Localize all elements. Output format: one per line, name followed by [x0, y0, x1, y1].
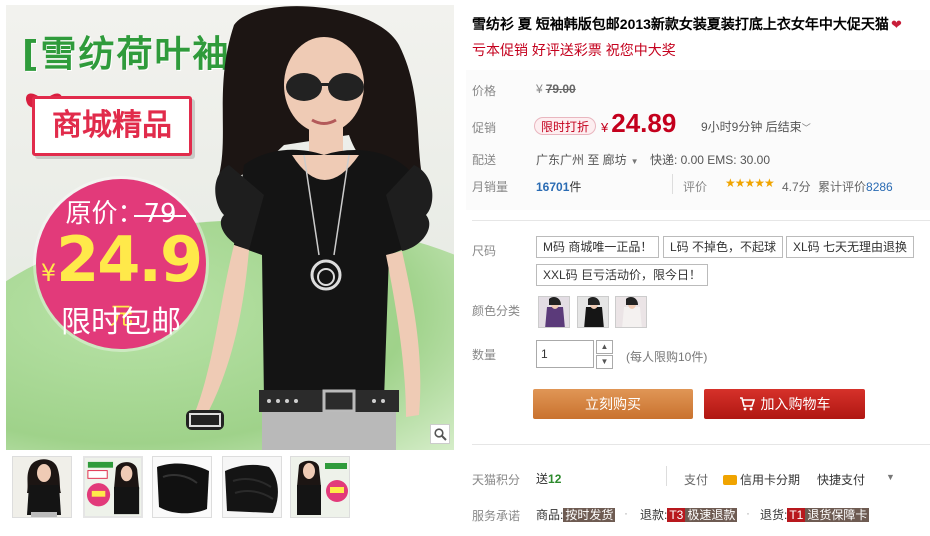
thumbnail-4[interactable]: [222, 456, 282, 518]
magnifier-icon: [433, 427, 447, 441]
thumbnail-1[interactable]: [12, 456, 72, 518]
service-return[interactable]: 退货: T1 退货保障卡: [760, 506, 870, 523]
monthly-sales: 16701件: [536, 180, 582, 194]
promo-label: 促销: [472, 121, 497, 135]
quantity-label: 数量: [472, 348, 497, 362]
section-divider: [472, 220, 930, 221]
quantity-increase-button[interactable]: ▲: [596, 340, 613, 354]
credit-installment[interactable]: 信用卡分期: [723, 471, 800, 488]
product-title: 雪纺衫 夏 短袖韩版包邮2013新款女装夏装打底上衣女年中大促天猫 ❤: [472, 16, 902, 32]
separator-dot: ·: [746, 506, 750, 520]
color-option-1[interactable]: [538, 296, 570, 328]
quantity-decrease-button[interactable]: ▼: [596, 355, 613, 369]
price-label: 价格: [472, 84, 497, 98]
color-label: 颜色分类: [472, 304, 521, 318]
rating-score: 4.7分: [782, 180, 811, 194]
points-value: 送12: [536, 472, 562, 486]
service-refund[interactable]: 退款: T3 极速退款: [640, 506, 738, 523]
chevron-down-icon: ﹀: [801, 123, 811, 133]
section-divider: [472, 444, 930, 445]
color-option-2[interactable]: [577, 296, 609, 328]
mall-quality-badge: 商城精品: [32, 96, 192, 156]
review-count[interactable]: 累计评价8286: [818, 178, 893, 195]
original-price: ¥79.00: [536, 82, 576, 96]
quantity-input[interactable]: [536, 340, 594, 368]
product-subtitle: 亏本促销 好评送彩票 祝您中大奖: [472, 42, 676, 58]
service-goods[interactable]: 商品: 按时发货: [536, 506, 616, 523]
payment-label: 支付: [684, 473, 709, 487]
thumbnail-strip: [6, 456, 454, 526]
size-label: 尺码: [472, 244, 497, 258]
monthly-sales-label: 月销量: [472, 180, 509, 194]
rating-stars-icon: ★★★★★: [725, 176, 775, 190]
dropdown-caret-icon[interactable]: ▼: [886, 472, 895, 482]
promo-price: ¥24.89: [601, 108, 677, 138]
points-label: 天猫积分: [472, 473, 521, 487]
size-option-m[interactable]: M码 商城唯一正品！: [536, 236, 660, 258]
divider: [666, 466, 667, 486]
main-product-image[interactable]: [雪纺荷叶袖] 商城精品 原价：79 ¥24.9元 限时包邮: [6, 5, 454, 450]
shipping-info[interactable]: 广东广州 至 廊坊 ▼ 快递: 0.00 EMS: 30.00: [536, 151, 770, 168]
thumbnail-2[interactable]: [83, 456, 143, 518]
dropdown-caret-icon: ▼: [630, 157, 639, 166]
thumbnail-3[interactable]: [152, 456, 212, 518]
buy-now-button[interactable]: 立刻购买: [533, 389, 693, 419]
quick-pay[interactable]: 快捷支付: [817, 471, 865, 488]
size-option-xl[interactable]: XL码 七天无理由退换: [786, 236, 915, 258]
promo-tag: 限时打折: [534, 117, 597, 135]
color-option-3[interactable]: [615, 296, 647, 328]
credit-card-icon: [723, 474, 737, 485]
size-option-l[interactable]: L码 不掉色，不起球: [663, 236, 784, 258]
quantity-limit: (每人限购10件): [626, 350, 708, 364]
countdown-timer[interactable]: 9小时9分钟 后结束﹀: [701, 118, 811, 135]
rating-label: 评价: [683, 180, 708, 194]
shipping-label: 配送: [472, 153, 497, 167]
add-to-cart-button[interactable]: 加入购物车: [704, 389, 865, 419]
zoom-button[interactable]: [430, 424, 450, 444]
model-figure: [186, 6, 433, 450]
divider: [672, 174, 673, 194]
thumbnail-5[interactable]: [290, 456, 350, 518]
service-label: 服务承诺: [472, 509, 521, 523]
shopping-cart-icon: [739, 397, 755, 411]
separator-dot: ·: [624, 506, 628, 520]
heart-icon: ❤: [890, 17, 902, 32]
size-option-xxl[interactable]: XXL码 巨亏活动价，限今日！: [536, 264, 709, 286]
